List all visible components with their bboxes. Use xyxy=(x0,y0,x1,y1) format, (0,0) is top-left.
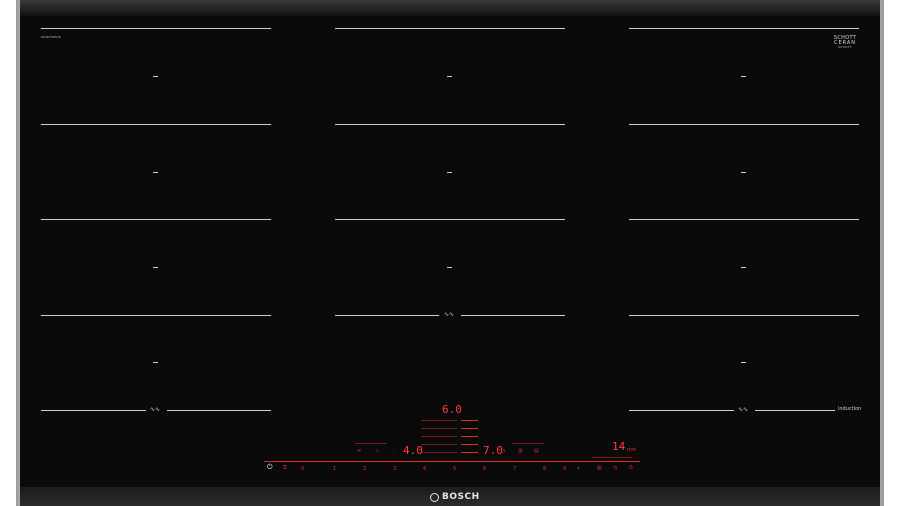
flex-zone-wave-icon-c3: ∿∿ xyxy=(738,406,749,413)
zone-line-c1-r1 xyxy=(41,28,271,29)
power-bar-1 xyxy=(461,420,478,421)
zone-line-c2-r4b xyxy=(461,315,565,316)
zone-line-c1-r3 xyxy=(41,219,271,220)
power-bar-guide-3 xyxy=(421,436,457,437)
slider-number-8[interactable]: 8 xyxy=(543,467,546,472)
timer-unit: min xyxy=(627,447,637,453)
mode-icon-left-1[interactable]: ≋ xyxy=(357,449,361,454)
zone-marker-c3-r3 xyxy=(741,267,746,268)
zone-marker-c3-r4 xyxy=(741,362,746,363)
zone-line-c3-r1 xyxy=(629,28,859,29)
zone-marker-c3-r1 xyxy=(741,76,746,77)
slider-number-2[interactable]: 2 xyxy=(363,467,366,472)
bullet-icon: ◦ xyxy=(392,448,395,454)
panel-icon-1[interactable]: ▧ xyxy=(597,466,602,471)
zone-line-c2-r3 xyxy=(335,219,565,220)
zone-line-c3-r5b xyxy=(755,410,835,411)
zone-line-c1-r4 xyxy=(41,315,271,316)
zone-line-c1-r5b xyxy=(167,410,271,411)
zone-marker-c3-r2 xyxy=(741,172,746,173)
power-bar-guide-4 xyxy=(421,444,457,445)
power-bar-5 xyxy=(461,452,478,453)
power-bar-4 xyxy=(461,444,478,445)
mode-icon-left-2[interactable]: ∿ xyxy=(375,449,379,454)
zone-marker-c2-r2 xyxy=(447,172,452,173)
brand-schott: SCHOTT CERAN SCHOTT xyxy=(830,36,860,49)
slider-number-3[interactable]: 3 xyxy=(393,467,396,472)
zone-line-c1-r2 xyxy=(41,124,271,125)
slider-number-4[interactable]: 4 xyxy=(423,467,426,472)
zone-line-c2-r1 xyxy=(335,28,565,29)
slider-number-5[interactable]: 5 xyxy=(453,467,456,472)
child-lock-icon[interactable]: ⚿ xyxy=(283,466,287,471)
slider-number-0[interactable]: 0 xyxy=(301,467,304,472)
power-level-display-left: 4.0 xyxy=(403,444,423,457)
top-edge xyxy=(20,0,880,16)
power-bar-3 xyxy=(461,436,478,437)
flex-zone-wave-icon-c2: ∿∿ xyxy=(444,311,455,318)
timer-display: 14 xyxy=(612,440,626,453)
bosch-logo-text: BOSCH xyxy=(442,492,480,502)
zone-line-c2-r2 xyxy=(335,124,565,125)
mode-icon-right-2[interactable]: ▤ xyxy=(534,449,539,454)
induction-label: induction xyxy=(838,406,862,412)
slider-number-6[interactable]: 6 xyxy=(483,467,486,472)
zone-line-c3-r5a xyxy=(629,410,734,411)
zone-line-c1-r5a xyxy=(41,410,146,411)
zone-line-c3-r4 xyxy=(629,315,859,316)
power-level-display-right: 7.0 xyxy=(483,444,503,457)
timer-icon[interactable]: ⏱ xyxy=(629,466,633,471)
power-bar-guide-2 xyxy=(421,428,457,429)
zone-line-c3-r2 xyxy=(629,124,859,125)
left-zone-guide xyxy=(355,443,387,444)
zone-line-c3-r3 xyxy=(629,219,859,220)
right-zone-guide xyxy=(512,443,544,444)
boost-icon[interactable]: ⩓ xyxy=(577,466,580,471)
slider-number-7[interactable]: 7 xyxy=(513,467,516,472)
zone-marker-c1-r4 xyxy=(153,362,158,363)
slider-number-1[interactable]: 1 xyxy=(333,467,336,472)
power-bar-2 xyxy=(461,428,478,429)
bosch-logo-icon xyxy=(430,493,439,502)
zone-line-c2-r4a xyxy=(335,315,439,316)
zone-marker-c2-r1 xyxy=(447,76,452,77)
timer-guide xyxy=(592,457,632,458)
flex-zone-wave-icon-c1: ∿∿ xyxy=(150,406,161,413)
power-slider-track[interactable] xyxy=(264,461,640,462)
power-button-icon[interactable]: ⏻ xyxy=(267,464,273,471)
mode-icon-right-1[interactable]: ▥ xyxy=(518,449,523,454)
power-bar-guide-1 xyxy=(421,420,457,421)
clock-icon[interactable]: ◷ xyxy=(613,466,617,471)
zone-marker-c1-r2 xyxy=(153,172,158,173)
brand-sub: SCHOTT xyxy=(837,45,853,49)
zone-marker-c1-r1 xyxy=(153,76,158,77)
timer-icon-small[interactable]: ◷ xyxy=(501,449,505,454)
power-level-display-top: 6.0 xyxy=(442,403,462,416)
zone-marker-c2-r3 xyxy=(447,267,452,268)
model-label: PXX875D57E xyxy=(41,35,61,39)
zone-marker-c1-r3 xyxy=(153,267,158,268)
power-bar-guide-5 xyxy=(421,452,457,453)
slider-number-9[interactable]: 9 xyxy=(563,467,566,472)
